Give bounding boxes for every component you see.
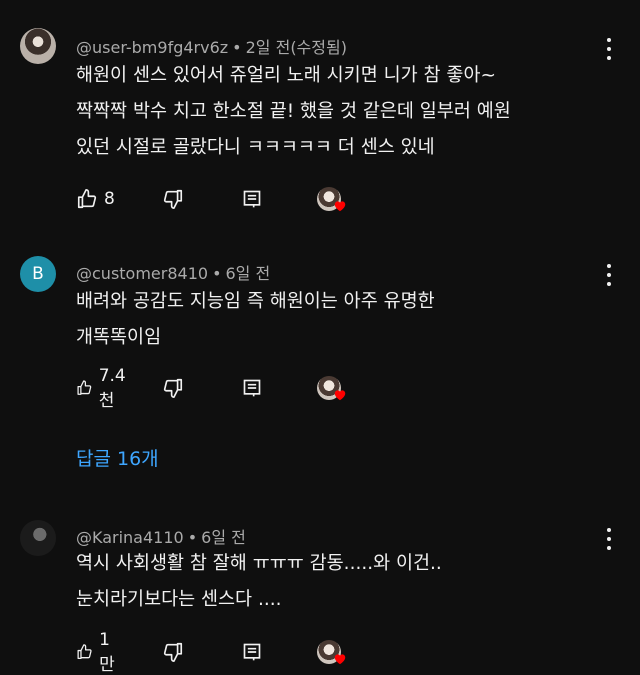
creator-heart-icon — [334, 390, 346, 401]
thumb-down-icon — [163, 189, 183, 209]
avatar[interactable] — [20, 28, 56, 64]
comment-meta: @customer8410 • 6일 전 — [76, 264, 271, 283]
thumb-up-icon — [77, 189, 97, 209]
more-options-button[interactable] — [604, 528, 614, 550]
avatar[interactable]: B — [20, 256, 56, 292]
reply-icon — [243, 643, 261, 661]
reply-button[interactable] — [242, 638, 262, 666]
more-options-button[interactable] — [604, 38, 614, 60]
thumb-down-icon — [163, 378, 183, 398]
reply-icon — [243, 379, 261, 397]
reply-button[interactable] — [242, 185, 262, 213]
like-button[interactable]: 8 — [76, 185, 115, 213]
avatar[interactable] — [20, 520, 56, 556]
comment-time: 6일 전 — [225, 264, 271, 283]
comment-text: 배려와 공감도 지능임 즉 해원이는 아주 유명한 개똑똑이임 — [76, 291, 435, 348]
author-name[interactable]: @customer8410 — [76, 264, 208, 283]
view-replies-button[interactable]: 답글 16개 — [76, 444, 159, 471]
author-name[interactable]: @user-bm9fg4rv6z — [76, 38, 228, 57]
creator-heart-icon — [334, 201, 346, 212]
creator-heart-icon — [334, 654, 346, 665]
thumb-up-icon — [77, 380, 92, 395]
like-count: 8 — [104, 189, 115, 209]
comment-text: 해원이 센스 있어서 쥬얼리 노래 시키면 니가 참 좋아~ 짝짝짝 박수 치고… — [76, 65, 511, 158]
reply-button[interactable] — [242, 374, 262, 402]
dislike-button[interactable] — [162, 638, 184, 666]
thumb-up-icon — [77, 644, 92, 660]
thumb-down-icon — [163, 642, 183, 662]
like-count: 7.4천 — [98, 365, 126, 411]
comment-time: 6일 전 — [201, 528, 246, 547]
comment-text: 역시 사회생활 참 잘해 ㅠㅠㅠ 감동.....와 이건.. 눈치라기보다는 센… — [76, 553, 442, 610]
author-name[interactable]: @Karina4110 — [76, 528, 184, 547]
dislike-button[interactable] — [162, 374, 184, 402]
like-button[interactable]: 1만 — [76, 630, 120, 675]
comment-time: 2일 전(수정됨) — [245, 38, 347, 57]
like-count: 1만 — [99, 629, 115, 675]
dislike-button[interactable] — [162, 185, 184, 213]
like-button[interactable]: 7.4천 — [76, 366, 131, 411]
reply-icon — [243, 190, 261, 208]
comment-meta: @Karina4110 • 6일 전 — [76, 528, 246, 547]
avatar-letter: B — [32, 264, 44, 284]
comment-meta: @user-bm9fg4rv6z • 2일 전(수정됨) — [76, 38, 347, 57]
more-options-button[interactable] — [604, 264, 614, 286]
